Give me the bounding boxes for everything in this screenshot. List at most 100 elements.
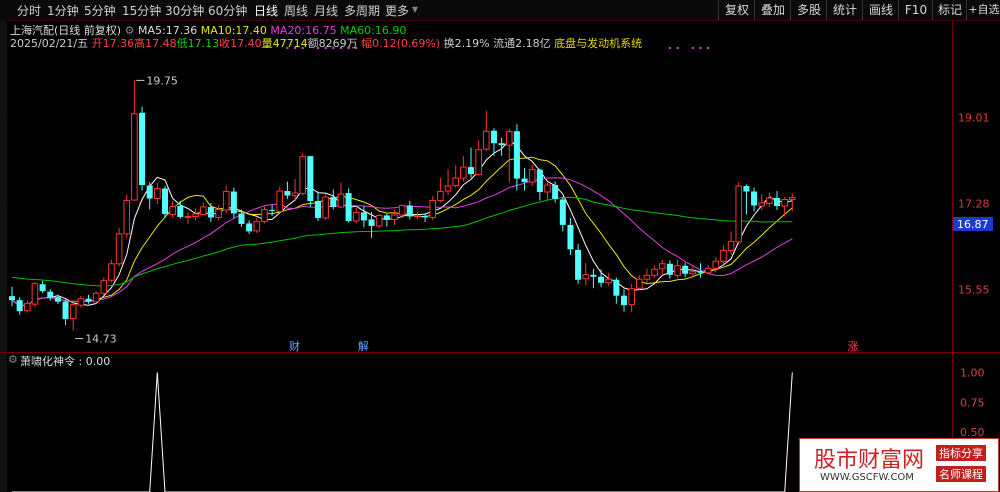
candle-body-up (544, 184, 551, 193)
candle-body-up (505, 131, 513, 146)
candle-body-up (115, 233, 123, 265)
candle-body-up (276, 190, 284, 212)
candle-body-down (139, 112, 146, 186)
signal-dot (699, 47, 702, 49)
kline-chart[interactable]: 19.01 17.28 15.55 16.87 19.75 14.73 财 解 涨 1.00 0… (0, 0, 1000, 492)
watermark-logo: 股市财富网 WWW.GSCFW.COM 指标分享 名师课程 (799, 438, 999, 492)
candle-body-up (291, 192, 299, 197)
price-tick-label: 17.28 (958, 197, 990, 210)
candle-body-down (360, 212, 367, 221)
candle-body-down (62, 301, 69, 320)
candle-body-up (789, 197, 796, 201)
candle-body-up (735, 185, 743, 243)
candle-body-up (184, 215, 192, 218)
candle-body-down (207, 206, 214, 218)
candle-body-down (307, 156, 314, 201)
candle-body-up (758, 202, 766, 207)
price-tick-label: 19.01 (958, 111, 990, 124)
candle-body-down (238, 213, 245, 224)
candle-body-up (92, 292, 100, 303)
signal-dot (691, 47, 694, 49)
candle-body-up (781, 199, 788, 207)
candle-body-down (621, 295, 627, 306)
candle-body-up (398, 204, 406, 216)
logo-tag-course: 名师课程 (936, 466, 986, 482)
candle-body-down (330, 197, 337, 207)
candle-body-up (299, 156, 306, 195)
indicator-tick-label: 0.75 (960, 396, 985, 409)
event-marker: 财 (289, 339, 300, 353)
candle-body-down (39, 284, 46, 292)
logo-url-text: WWW.GSCFW.COM (820, 472, 914, 483)
price-tick-label: 15.55 (958, 284, 990, 297)
candle-body-up (628, 288, 635, 306)
signal-dot (294, 47, 297, 49)
event-marker: 涨 (848, 340, 859, 353)
price-axis: 19.01 17.28 15.55 16.87 (953, 111, 993, 297)
candle-body-down (85, 298, 92, 302)
signal-dot (332, 47, 335, 49)
signal-dot (676, 47, 679, 49)
candle-body-down (422, 215, 429, 218)
candle-body-down (177, 205, 184, 217)
candle-body-up (131, 113, 138, 201)
candle-body-down (383, 215, 390, 220)
candle-body-up (375, 214, 383, 227)
candle-body-up (322, 196, 329, 219)
candle-body-up (720, 249, 727, 262)
candle-body-down (284, 191, 291, 196)
signal-dot (339, 47, 342, 49)
candle-body-up (429, 199, 437, 218)
candle-body-down (162, 188, 168, 214)
candle-body-up (154, 188, 161, 200)
candle-body-up (123, 199, 131, 235)
candle-body-up (475, 149, 482, 176)
candle-body-down (490, 130, 497, 144)
candle-body-up (199, 206, 207, 215)
candle-body-up (689, 271, 697, 275)
candle-body-down (368, 219, 375, 226)
candle-body-up (460, 166, 467, 179)
indicator-title: 萧啸化神令 : 0.00 (20, 355, 111, 368)
candle-body-up (169, 205, 176, 215)
event-marker: 解 (358, 339, 369, 353)
signal-dot (668, 47, 671, 49)
candlestick-series (9, 80, 796, 331)
candle-body-down (751, 191, 758, 206)
signal-dot (324, 47, 327, 49)
candle-body-up (658, 263, 666, 270)
indicator-gear-icon[interactable]: ⚙ (8, 353, 18, 366)
candle-body-up (253, 220, 261, 232)
candle-body-down (559, 199, 566, 225)
candle-body-down (590, 274, 597, 277)
candle-body-up (192, 213, 199, 217)
signal-dot (707, 47, 710, 49)
candle-body-down (230, 191, 237, 214)
candle-body-up (483, 130, 490, 150)
candle-body-down (552, 185, 559, 200)
candle-body-down (567, 224, 574, 250)
candle-body-down (743, 186, 750, 192)
candle-body-down (536, 169, 543, 193)
candle-body-down (47, 291, 54, 298)
indicator-tick-label: 1.00 (960, 366, 985, 379)
candle-body-up (31, 283, 39, 305)
candle-body-down (406, 205, 413, 217)
candle-body-down (54, 297, 61, 302)
candle-body-down (774, 198, 780, 206)
signal-dot (355, 47, 358, 49)
candle-body-up (108, 263, 115, 281)
candle-body-down (575, 249, 582, 280)
candle-body-up (452, 177, 459, 187)
candle-body-down (682, 265, 689, 274)
candle-body-up (352, 211, 360, 222)
logo-tag-share: 指标分享 (936, 445, 986, 461)
candle-body-down (513, 131, 520, 179)
period-high-label: 19.75 (146, 74, 178, 87)
candle-body-up (643, 274, 651, 280)
candle-body-up (100, 280, 108, 294)
candle-body-down (666, 263, 673, 275)
period-low-label: 14.73 (85, 333, 117, 346)
candle-body-up (391, 214, 398, 220)
candle-body-down (498, 143, 505, 146)
